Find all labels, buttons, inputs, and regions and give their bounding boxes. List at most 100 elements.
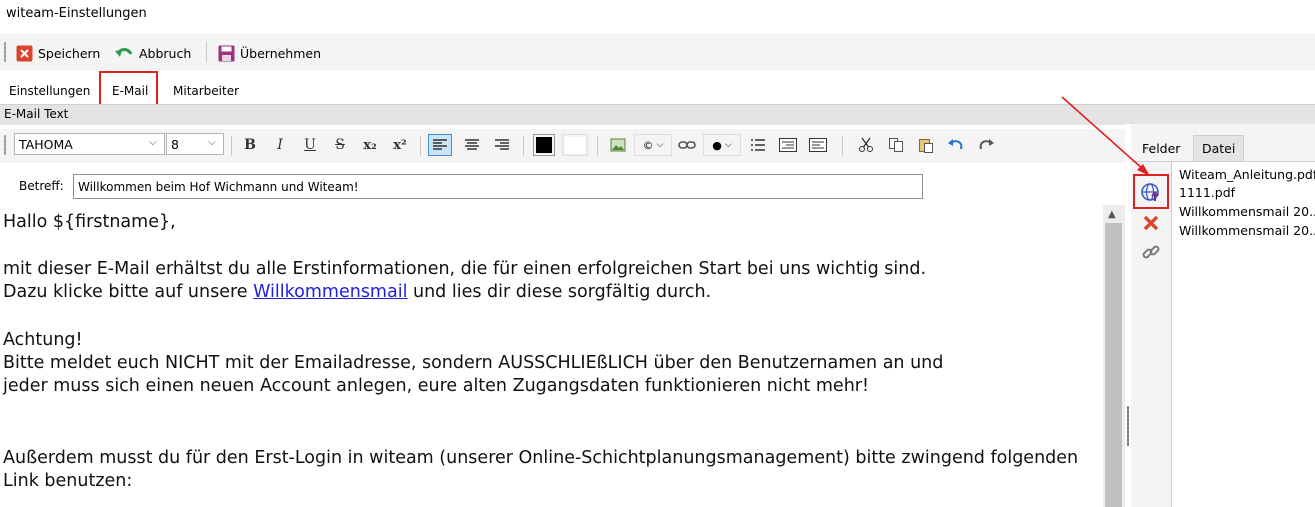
subject-input[interactable] bbox=[73, 174, 923, 199]
save-button[interactable]: Speichern bbox=[16, 43, 100, 63]
scissors-icon bbox=[859, 137, 873, 152]
toolbar-separator bbox=[523, 136, 524, 156]
chain-link-icon bbox=[678, 141, 696, 149]
strikethrough-button[interactable]: S bbox=[328, 134, 352, 156]
superscript-button[interactable]: x² bbox=[388, 134, 412, 156]
image-icon bbox=[610, 138, 626, 152]
section-title: E-Mail Text bbox=[4, 107, 69, 121]
list-item[interactable]: Willkommensmail 20... bbox=[1179, 223, 1315, 238]
body-line: Bitte meldet euch NICHT mit der Emailadr… bbox=[3, 353, 944, 373]
toolbar-separator bbox=[206, 41, 207, 63]
email-body-editor[interactable]: Hallo ${firstname}, mit dieser E-Mail er… bbox=[0, 205, 1103, 507]
window-titlebar: witeam-Einstellungen bbox=[0, 0, 1315, 30]
align-right-icon bbox=[495, 139, 509, 150]
font-size-value: 8 bbox=[171, 137, 179, 152]
numbered-list-button[interactable] bbox=[746, 134, 770, 156]
subscript-button[interactable]: x₂ bbox=[358, 134, 382, 156]
subject-label: Betreff: bbox=[19, 179, 64, 193]
align-right-button[interactable] bbox=[490, 134, 514, 156]
chevron-down-icon: ⌵ bbox=[149, 137, 157, 148]
list-item[interactable]: 1111.pdf bbox=[1179, 185, 1235, 200]
body-line: Link benutzen: bbox=[3, 471, 133, 491]
tab-datei[interactable]: Datei bbox=[1193, 135, 1244, 161]
welcome-mail-link[interactable]: Willkommensmail bbox=[253, 282, 407, 302]
font-size-select[interactable]: 8 ⌵ bbox=[166, 133, 224, 155]
toolbar-separator bbox=[597, 136, 598, 156]
body-attention: Achtung! bbox=[3, 330, 83, 350]
toolbar-grip[interactable] bbox=[4, 42, 6, 62]
clipboard-icon bbox=[919, 139, 933, 153]
copy-button[interactable] bbox=[884, 134, 908, 156]
underline-button[interactable]: U bbox=[298, 134, 322, 156]
copyright-icon: © bbox=[642, 138, 654, 152]
toolbar-separator bbox=[231, 136, 232, 156]
scroll-up-icon[interactable]: ▲ bbox=[1108, 209, 1116, 220]
insert-symbol-dropdown[interactable]: © ⌵ bbox=[634, 134, 672, 156]
copy-icon bbox=[889, 138, 903, 152]
insert-image-button[interactable] bbox=[606, 134, 630, 156]
indent-button[interactable] bbox=[776, 134, 800, 156]
tab-datei-label: Datei bbox=[1202, 141, 1236, 156]
background-color-button[interactable] bbox=[562, 134, 588, 156]
align-center-icon bbox=[465, 139, 479, 150]
apply-label: Übernehmen bbox=[240, 45, 322, 61]
toolbar-separator bbox=[842, 136, 843, 156]
chevron-down-icon: ⌵ bbox=[656, 140, 664, 150]
redo-button[interactable] bbox=[974, 134, 998, 156]
cancel-button[interactable]: Abbruch bbox=[114, 43, 191, 63]
align-left-icon bbox=[433, 139, 447, 150]
align-left-button[interactable] bbox=[428, 134, 452, 156]
italic-button[interactable]: I bbox=[268, 134, 292, 156]
list-item[interactable]: Willkommensmail 20... bbox=[1179, 204, 1315, 219]
tab-einstellungen[interactable]: Einstellungen bbox=[9, 84, 90, 98]
upload-globe-icon[interactable] bbox=[1139, 180, 1163, 204]
tab-felder[interactable]: Felder bbox=[1134, 135, 1191, 161]
outdent-icon bbox=[809, 138, 827, 152]
align-center-button[interactable] bbox=[460, 134, 484, 156]
window-title: witeam-Einstellungen bbox=[6, 6, 147, 21]
font-name-value: TAHOMA bbox=[19, 137, 73, 152]
main-toolbar: Speichern Abbruch Übernehmen bbox=[0, 34, 1315, 70]
floppy-disk-icon bbox=[218, 45, 235, 61]
cut-button[interactable] bbox=[854, 134, 878, 156]
undo-icon bbox=[948, 139, 963, 150]
format-toolbar: TAHOMA ⌵ 8 ⌵ B I U S x₂ x² © ⌵ ● ⌵ bbox=[0, 129, 1125, 163]
section-header: E-Mail Text bbox=[0, 104, 1315, 125]
cancel-label: Abbruch bbox=[139, 45, 192, 61]
file-list[interactable]: Witeam_Anleitung.pdf 1111.pdf Willkommen… bbox=[1171, 162, 1315, 507]
body-line: Außerdem musst du für den Erst-Login in … bbox=[3, 448, 1079, 468]
font-color-button[interactable] bbox=[533, 134, 555, 156]
apply-button[interactable]: Übernehmen bbox=[218, 43, 321, 63]
bold-button[interactable]: B bbox=[238, 134, 262, 156]
body-line: Dazu klicke bitte auf unsere Willkommens… bbox=[3, 281, 711, 305]
background-color-swatch bbox=[565, 137, 585, 153]
save-label: Speichern bbox=[38, 45, 101, 61]
list-item[interactable]: Witeam_Anleitung.pdf bbox=[1179, 167, 1315, 182]
body-line: jeder muss sich einen neuen Account anle… bbox=[3, 376, 869, 396]
indent-icon bbox=[779, 138, 797, 152]
body-line: mit dieser E-Mail erhältst du alle Ersti… bbox=[3, 259, 927, 279]
font-name-select[interactable]: TAHOMA ⌵ bbox=[14, 133, 165, 155]
insert-link-button[interactable] bbox=[675, 134, 699, 156]
editor-scrollbar[interactable]: ▲ bbox=[1103, 205, 1125, 507]
redo-icon bbox=[979, 139, 994, 150]
outdent-button[interactable] bbox=[806, 134, 830, 156]
link-icon[interactable] bbox=[1139, 240, 1163, 264]
chevron-down-icon: ⌵ bbox=[724, 140, 732, 150]
body-text: und lies dir diese sorgfältig durch. bbox=[407, 282, 712, 302]
undo-button[interactable] bbox=[944, 134, 968, 156]
tab-email[interactable]: E-Mail bbox=[112, 84, 148, 98]
paste-button[interactable] bbox=[914, 134, 938, 156]
tab-felder-label: Felder bbox=[1142, 141, 1181, 156]
chevron-down-icon: ⌵ bbox=[208, 137, 216, 148]
bullet-icon: ● bbox=[712, 138, 722, 152]
font-color-swatch bbox=[536, 137, 552, 153]
splitter-grip bbox=[1127, 406, 1129, 446]
close-save-icon bbox=[16, 45, 33, 61]
format-toolbar-grip[interactable] bbox=[4, 135, 6, 155]
tab-mitarbeiter[interactable]: Mitarbeiter bbox=[173, 84, 239, 98]
delete-icon[interactable] bbox=[1139, 211, 1163, 235]
bullet-list-dropdown[interactable]: ● ⌵ bbox=[703, 134, 741, 156]
body-text: Dazu klicke bitte auf unsere bbox=[3, 282, 254, 302]
scrollbar-thumb[interactable] bbox=[1105, 223, 1122, 507]
